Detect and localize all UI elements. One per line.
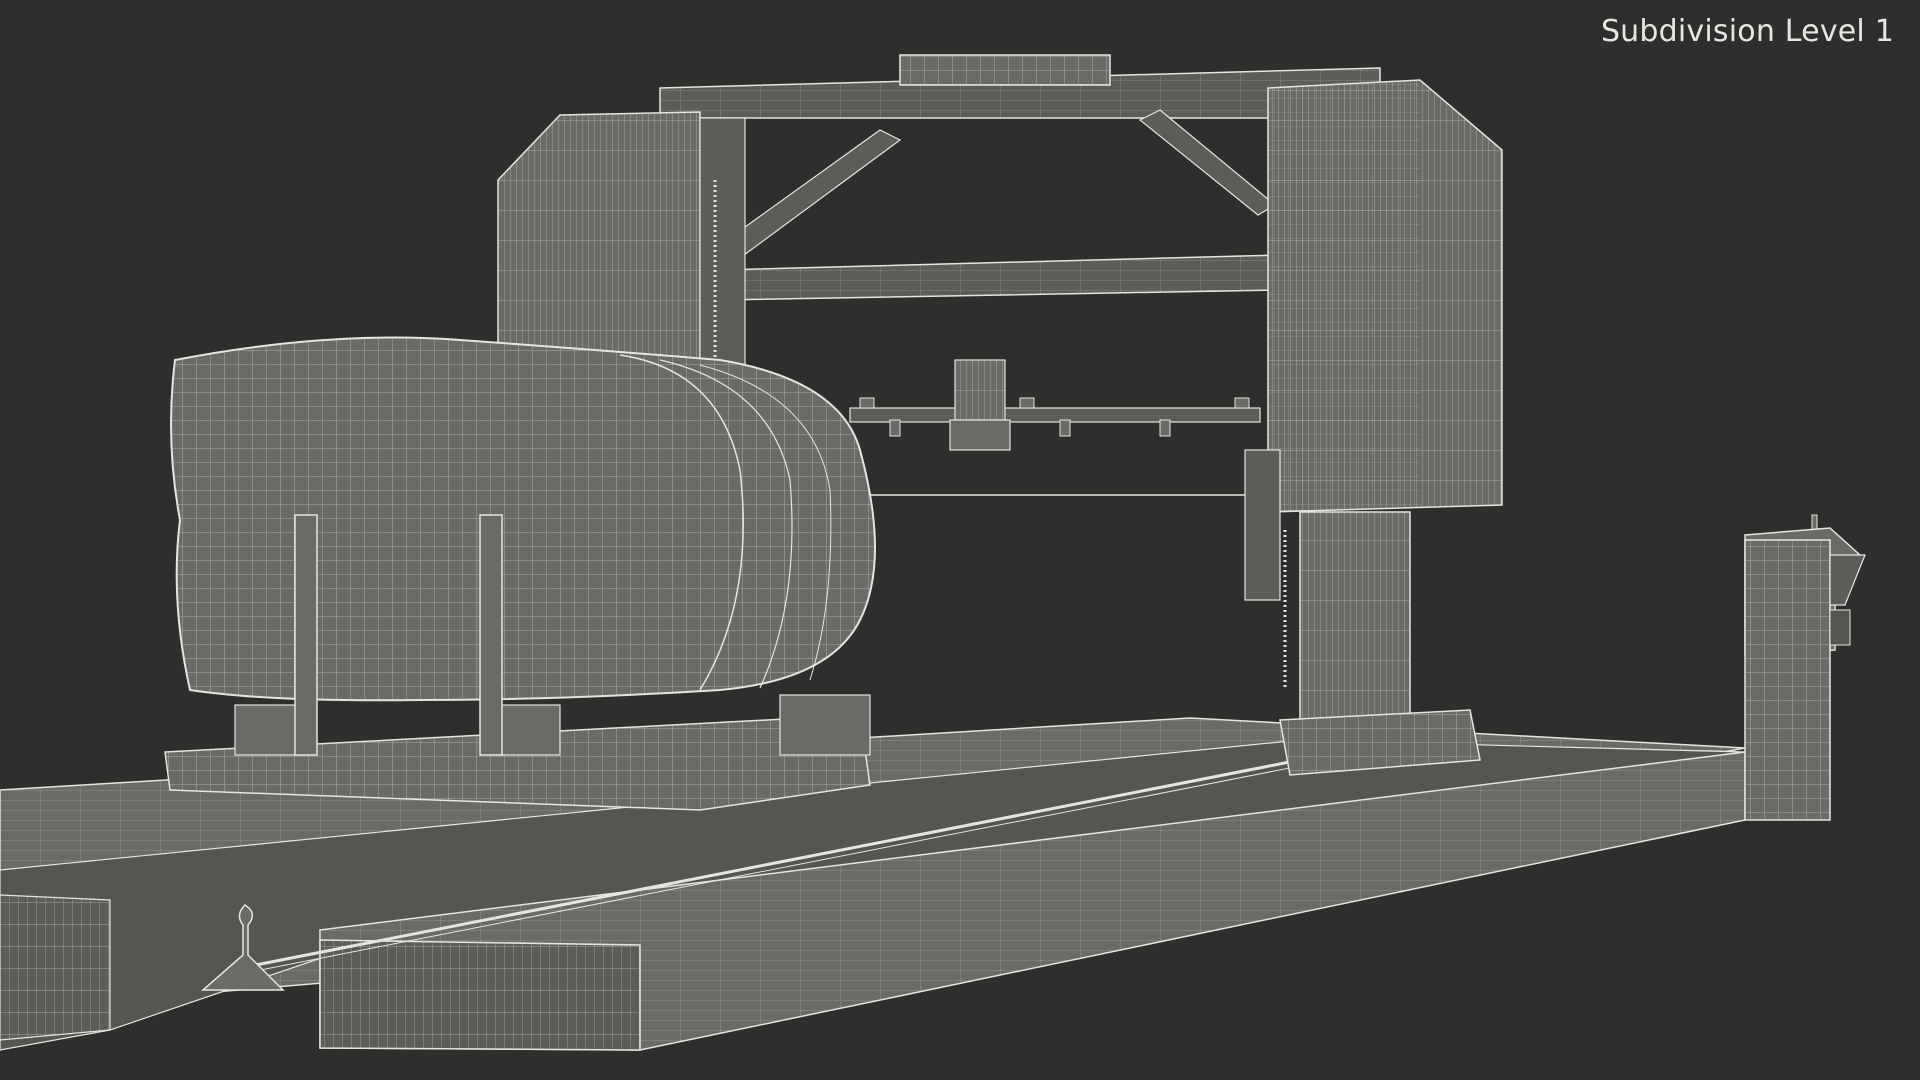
- log-carriage: [164, 336, 876, 811]
- control-panel: [1744, 514, 1866, 821]
- subdivision-level-label: Subdivision Level 1: [1600, 14, 1894, 49]
- viewport: Subdivision Level 1: [0, 0, 1920, 1080]
- wireframe-render: [0, 54, 1866, 1051]
